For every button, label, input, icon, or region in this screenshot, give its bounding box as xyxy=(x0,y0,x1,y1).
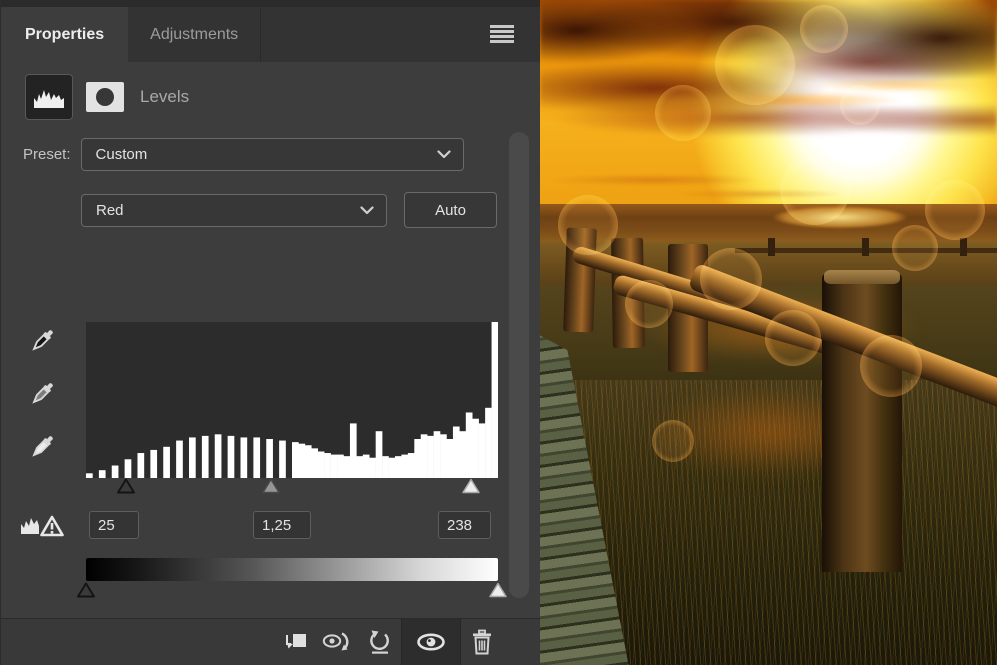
photo-distant-fence-post xyxy=(768,238,775,256)
photo-bokeh-flare xyxy=(925,180,985,240)
histogram-display xyxy=(86,322,498,478)
photo-bokeh-flare xyxy=(840,85,880,125)
photo-distant-fence-post xyxy=(960,238,967,256)
input-values-row xyxy=(1,511,541,539)
preset-dropdown[interactable]: Custom xyxy=(81,138,464,171)
document-canvas-photo[interactable] xyxy=(540,0,997,665)
channel-dropdown[interactable]: Red xyxy=(81,194,387,227)
panel-menu-icon[interactable] xyxy=(490,25,514,43)
properties-panel: Properties Adjustments Levels xyxy=(0,0,540,665)
reset-arrow-icon xyxy=(367,629,393,655)
auto-button[interactable]: Auto xyxy=(404,192,497,228)
preset-label: Preset: xyxy=(23,146,71,163)
midtone-input-slider[interactable] xyxy=(262,478,281,494)
histogram-svg xyxy=(86,322,498,478)
levels-thumbnail-icon[interactable] xyxy=(25,74,73,120)
midtone-input-field[interactable] xyxy=(253,511,311,539)
output-black-slider[interactable] xyxy=(77,582,96,598)
eye-arrow-icon xyxy=(322,630,354,654)
black-point-eyedropper-icon[interactable] xyxy=(27,324,59,356)
panel-body: Levels Preset: Custom Red xyxy=(1,62,540,592)
photo-large-fence-post-top xyxy=(824,270,900,284)
layer-mask-icon[interactable] xyxy=(86,82,124,112)
trash-icon xyxy=(470,629,494,655)
input-sliders xyxy=(86,478,498,496)
shadow-input-slider[interactable] xyxy=(117,478,136,494)
adjustment-header: Levels xyxy=(1,62,540,120)
tab-divider xyxy=(260,7,261,62)
white-point-eyedropper-icon[interactable] xyxy=(27,430,59,462)
output-sliders xyxy=(86,582,498,600)
eye-icon xyxy=(416,632,446,652)
output-white-slider[interactable] xyxy=(489,582,508,598)
clip-to-layer-icon xyxy=(283,631,309,653)
eyedropper-tools xyxy=(27,324,59,483)
panel-tab-bar: Properties Adjustments xyxy=(1,7,540,62)
photo-bokeh-flare xyxy=(765,310,821,366)
photo-bokeh-flare xyxy=(892,225,938,271)
photo-bokeh-flare xyxy=(860,335,922,397)
visibility-button[interactable] xyxy=(401,619,461,665)
adjustment-toolbar xyxy=(1,618,541,665)
clip-to-layer-button[interactable] xyxy=(275,619,317,665)
channel-value: Red xyxy=(96,202,124,219)
gray-point-eyedropper-icon[interactable] xyxy=(27,377,59,409)
photo-bokeh-flare xyxy=(715,25,795,105)
mask-circle xyxy=(96,88,114,106)
preset-row: Preset: Custom xyxy=(23,138,540,171)
adjustment-title: Levels xyxy=(140,87,189,107)
chevron-down-icon xyxy=(437,150,451,159)
panel-scrollbar[interactable] xyxy=(509,132,529,598)
panel-top-strip xyxy=(1,0,540,7)
photo-bokeh-flare xyxy=(655,85,711,141)
photo-bokeh-flare xyxy=(652,420,694,462)
output-gradient-bar xyxy=(86,558,498,581)
photo-bokeh-flare xyxy=(800,5,848,53)
shadow-input-field[interactable] xyxy=(89,511,139,539)
photoshop-levels-ui: Properties Adjustments Levels xyxy=(0,0,997,665)
photo-bokeh-flare xyxy=(558,195,618,255)
photo-bokeh-flare xyxy=(700,248,762,310)
tab-properties[interactable]: Properties xyxy=(1,7,128,62)
highlight-input-field[interactable] xyxy=(438,511,491,539)
chevron-down-icon xyxy=(360,206,374,215)
tab-adjustments[interactable]: Adjustments xyxy=(128,7,260,62)
photo-bokeh-flare xyxy=(780,155,850,225)
previous-state-button[interactable] xyxy=(317,619,359,665)
uncached-histogram-warning-icon[interactable] xyxy=(19,508,65,540)
photo-distant-fence-post xyxy=(862,238,869,256)
channel-row: Red Auto xyxy=(81,192,540,228)
highlight-input-slider[interactable] xyxy=(461,478,480,494)
photo-bokeh-flare xyxy=(625,280,673,328)
preset-value: Custom xyxy=(96,146,148,163)
delete-button[interactable] xyxy=(461,619,503,665)
reset-button[interactable] xyxy=(359,619,401,665)
